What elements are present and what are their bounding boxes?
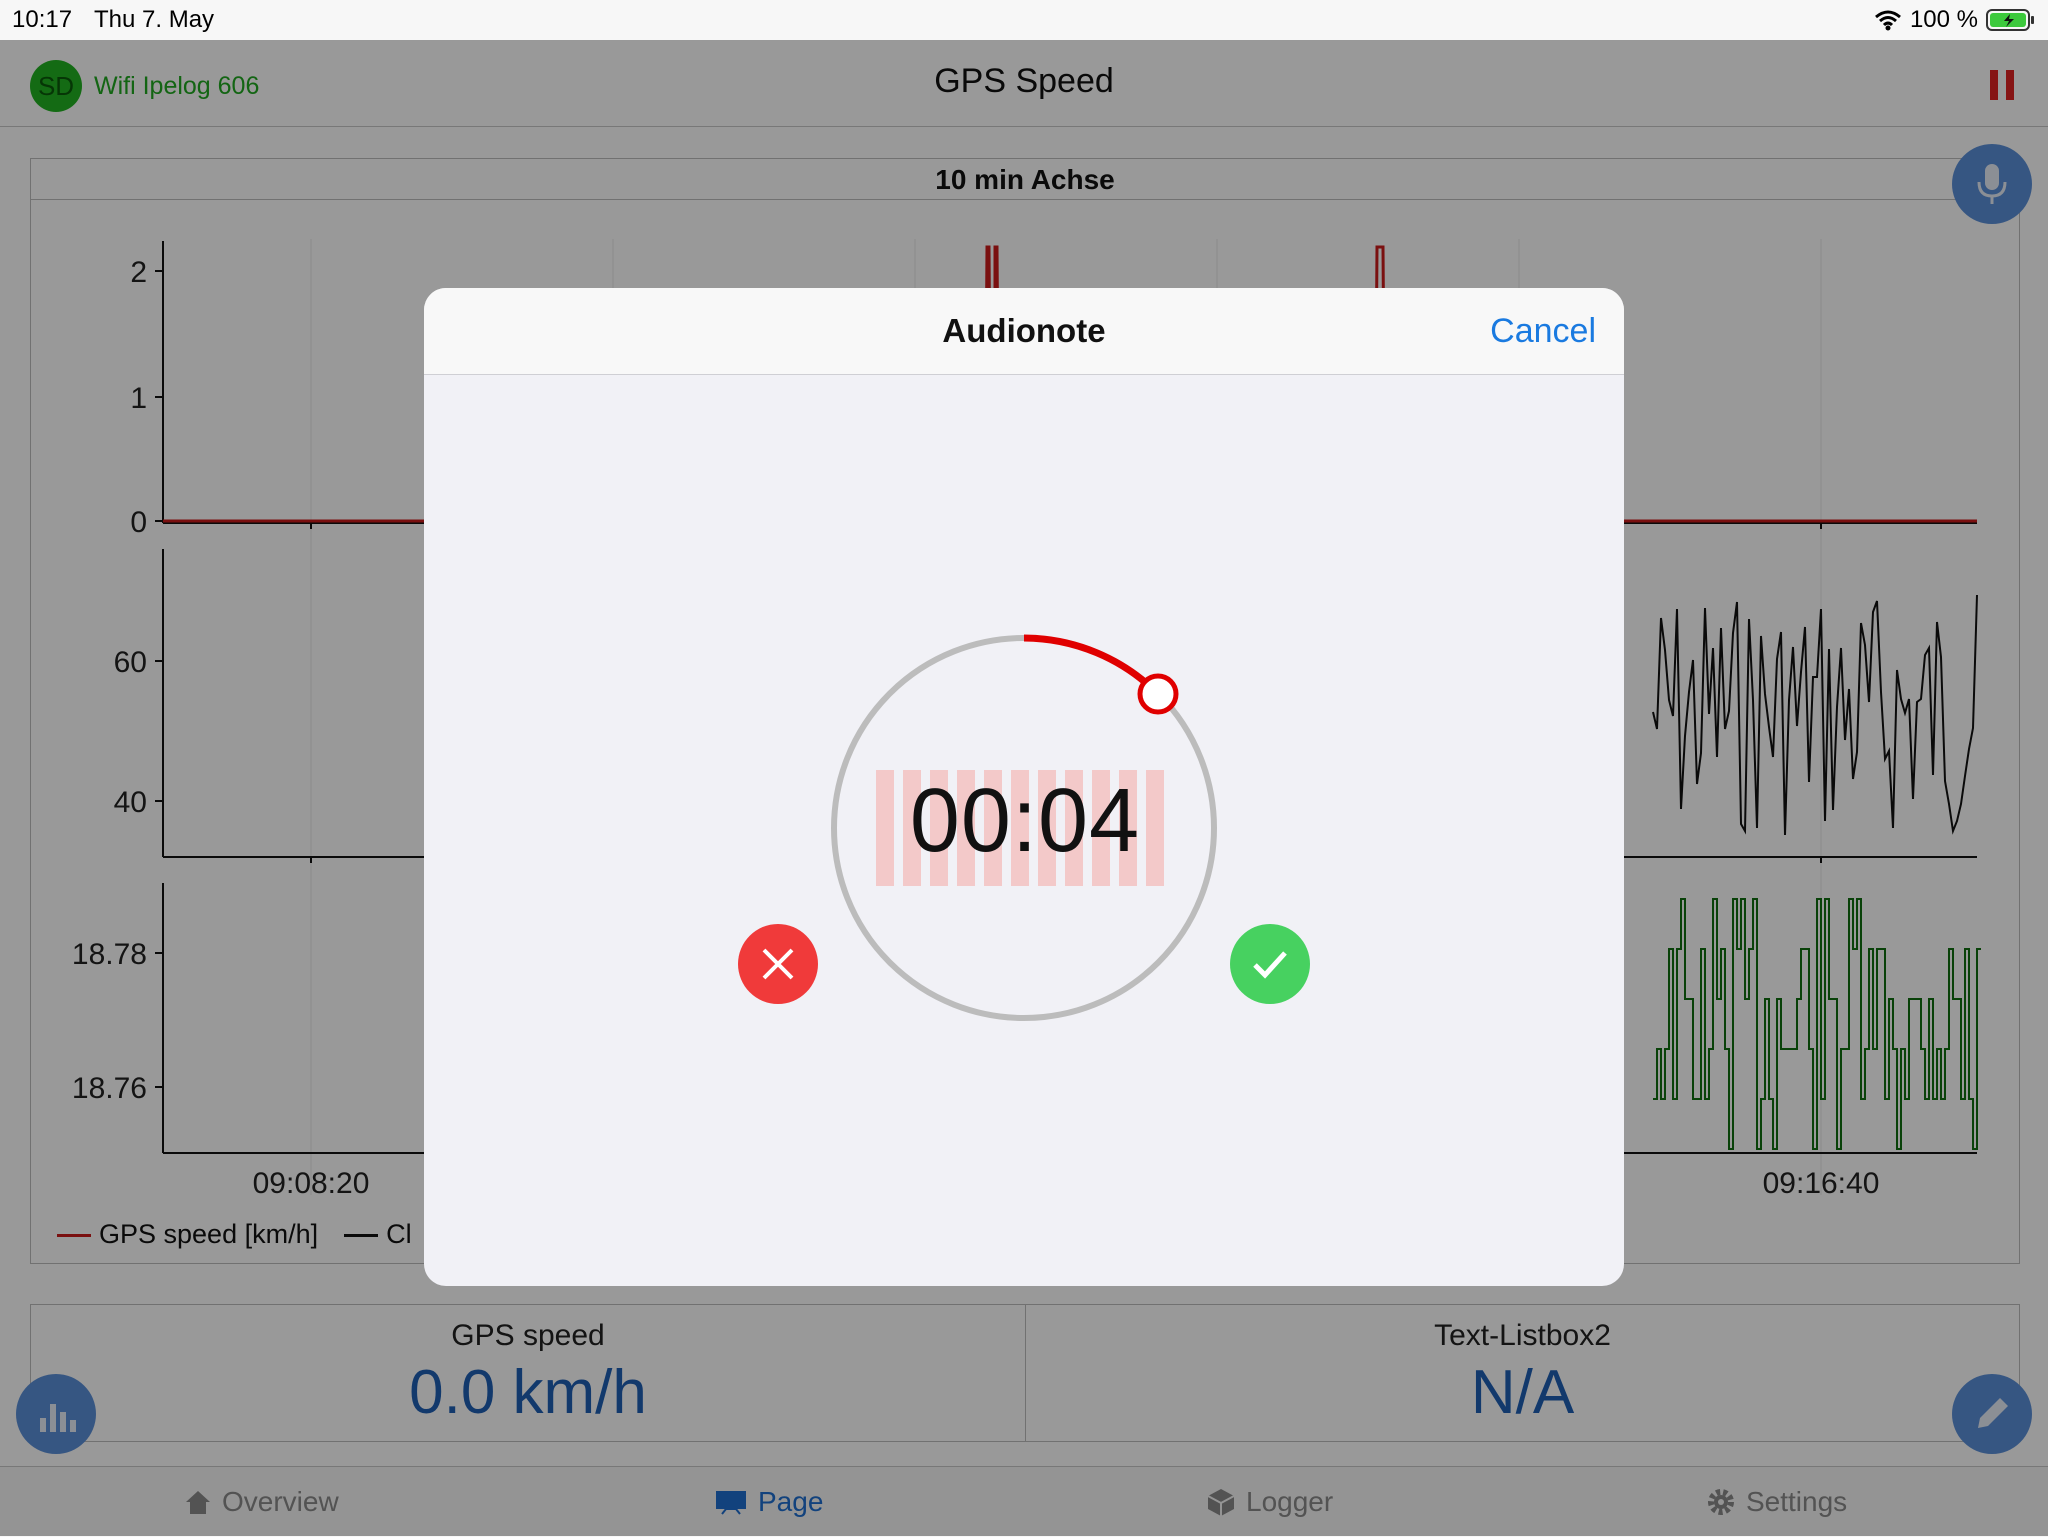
battery-icon (1986, 9, 2034, 31)
wifi-icon (1874, 10, 1901, 31)
confirm-button[interactable] (1230, 924, 1310, 1004)
close-icon (762, 948, 794, 980)
status-date: Thu 7. May (94, 6, 215, 33)
checkmark-icon (1253, 951, 1287, 979)
progress-handle[interactable] (1137, 673, 1179, 715)
discard-button[interactable] (738, 924, 818, 1004)
recording-timer: 00:04 (909, 771, 1141, 871)
audionote-dialog: Audionote Cancel 00:04 (424, 288, 1624, 1286)
status-time: 10:17 (12, 6, 73, 33)
status-bar: 10:17 Thu 7. May 100 % (0, 0, 2048, 40)
progress-ring-fill (1023, 634, 1161, 697)
battery-percent: 100 % (1909, 6, 1978, 33)
